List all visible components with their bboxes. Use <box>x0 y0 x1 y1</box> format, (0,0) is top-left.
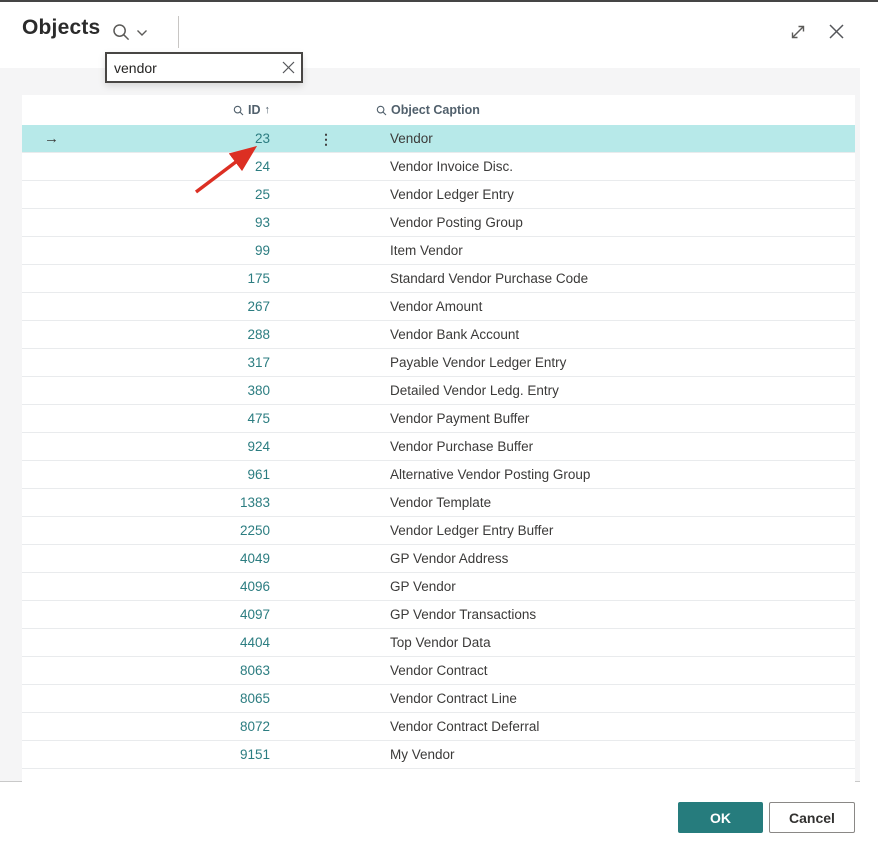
chevron-down-icon[interactable] <box>136 29 148 37</box>
row-id-link[interactable]: 99 <box>255 243 270 258</box>
row-caption: Vendor Bank Account <box>390 327 519 342</box>
row-caption: Vendor Invoice Disc. <box>390 159 513 174</box>
row-id-link[interactable]: 175 <box>247 271 270 286</box>
table-body: → 23 ⋮ Vendor 24 Vendor Invoice Disc. 2 <box>22 125 855 769</box>
column-header-id-label: ID <box>248 103 261 117</box>
row-caption: GP Vendor <box>390 579 456 594</box>
table-row[interactable]: 4096 GP Vendor <box>22 573 855 601</box>
row-id-link[interactable]: 4097 <box>240 607 270 622</box>
table-row[interactable]: 99 Item Vendor <box>22 237 855 265</box>
row-id-link[interactable]: 475 <box>247 411 270 426</box>
row-id-link[interactable]: 2250 <box>240 523 270 538</box>
row-caption: Vendor Posting Group <box>390 215 523 230</box>
table-row[interactable]: 9151 My Vendor <box>22 741 855 769</box>
row-caption: Payable Vendor Ledger Entry <box>390 355 566 370</box>
table-row[interactable]: 924 Vendor Purchase Buffer <box>22 433 855 461</box>
table-row[interactable]: 4097 GP Vendor Transactions <box>22 601 855 629</box>
expand-icon[interactable] <box>789 23 807 41</box>
row-caption: Vendor Purchase Buffer <box>390 439 533 454</box>
table-row[interactable]: 8063 Vendor Contract <box>22 657 855 685</box>
row-id-link[interactable]: 961 <box>247 467 270 482</box>
row-id-link[interactable]: 4404 <box>240 635 270 650</box>
row-caption: Vendor Ledger Entry Buffer <box>390 523 553 538</box>
row-id-link[interactable]: 9151 <box>240 747 270 762</box>
close-icon[interactable] <box>827 22 846 41</box>
table-row[interactable]: 1383 Vendor Template <box>22 489 855 517</box>
table-row[interactable]: 267 Vendor Amount <box>22 293 855 321</box>
row-id-link[interactable]: 267 <box>247 299 270 314</box>
table-row[interactable]: 175 Standard Vendor Purchase Code <box>22 265 855 293</box>
row-id-link[interactable]: 8072 <box>240 719 270 734</box>
selection-column-header <box>22 95 78 125</box>
row-caption: Vendor Ledger Entry <box>390 187 514 202</box>
row-caption: Alternative Vendor Posting Group <box>390 467 590 482</box>
row-id-link[interactable]: 23 <box>255 131 270 146</box>
ok-button[interactable]: OK <box>678 802 763 833</box>
column-header-caption-label: Object Caption <box>391 103 480 117</box>
table-row[interactable]: 2250 Vendor Ledger Entry Buffer <box>22 517 855 545</box>
column-header-id[interactable]: ID ↑ <box>78 95 272 125</box>
row-caption: Detailed Vendor Ledg. Entry <box>390 383 559 398</box>
table-row[interactable]: 4049 GP Vendor Address <box>22 545 855 573</box>
table-row[interactable]: 288 Vendor Bank Account <box>22 321 855 349</box>
column-header-caption[interactable]: Object Caption <box>368 95 855 125</box>
objects-table: ID ↑ Object Caption → 23 ⋮ Vendor 24 <box>22 95 855 782</box>
search-icon[interactable] <box>111 22 131 42</box>
table-row[interactable]: 961 Alternative Vendor Posting Group <box>22 461 855 489</box>
cancel-button[interactable]: Cancel <box>769 802 855 833</box>
row-id-link[interactable]: 380 <box>247 383 270 398</box>
menu-column-header <box>272 95 368 125</box>
row-caption: Vendor <box>390 131 433 146</box>
row-id-link[interactable]: 288 <box>247 327 270 342</box>
row-caption: Vendor Template <box>390 495 491 510</box>
row-caption: Vendor Amount <box>390 299 482 314</box>
row-id-link[interactable]: 24 <box>255 159 270 174</box>
table-row[interactable]: 25 Vendor Ledger Entry <box>22 181 855 209</box>
search-box[interactable] <box>105 52 303 83</box>
row-caption: Vendor Payment Buffer <box>390 411 529 426</box>
row-caption: Vendor Contract Deferral <box>390 719 539 734</box>
row-caption: Standard Vendor Purchase Code <box>390 271 588 286</box>
row-id-link[interactable]: 4096 <box>240 579 270 594</box>
row-id-link[interactable]: 317 <box>247 355 270 370</box>
table-row[interactable]: 8065 Vendor Contract Line <box>22 685 855 713</box>
row-caption: GP Vendor Transactions <box>390 607 536 622</box>
row-id-link[interactable]: 924 <box>247 439 270 454</box>
row-caption: GP Vendor Address <box>390 551 508 566</box>
row-caption: Vendor Contract <box>390 663 488 678</box>
clear-search-icon[interactable] <box>275 54 301 81</box>
search-input[interactable] <box>107 60 275 76</box>
row-menu-ellipsis-icon[interactable]: ⋮ <box>319 132 333 146</box>
filter-icon <box>233 105 244 116</box>
table-row[interactable]: 475 Vendor Payment Buffer <box>22 405 855 433</box>
row-caption: Item Vendor <box>390 243 463 258</box>
row-id-link[interactable]: 8063 <box>240 663 270 678</box>
table-row[interactable]: 8072 Vendor Contract Deferral <box>22 713 855 741</box>
page-title: Objects <box>22 16 100 40</box>
row-caption: My Vendor <box>390 747 455 762</box>
row-id-link[interactable]: 93 <box>255 215 270 230</box>
row-id-link[interactable]: 25 <box>255 187 270 202</box>
row-caption: Top Vendor Data <box>390 635 491 650</box>
row-caption: Vendor Contract Line <box>390 691 517 706</box>
header-divider <box>178 16 179 48</box>
selected-row-arrow-icon: → <box>44 130 59 147</box>
table-header-row: ID ↑ Object Caption <box>22 95 855 125</box>
window-top-edge <box>0 0 878 2</box>
row-id-link[interactable]: 4049 <box>240 551 270 566</box>
table-row[interactable]: 93 Vendor Posting Group <box>22 209 855 237</box>
table-row[interactable]: → 23 ⋮ Vendor <box>22 125 855 153</box>
table-row[interactable]: 24 Vendor Invoice Disc. <box>22 153 855 181</box>
row-id-link[interactable]: 1383 <box>240 495 270 510</box>
table-row[interactable]: 317 Payable Vendor Ledger Entry <box>22 349 855 377</box>
sort-ascending-icon: ↑ <box>265 105 271 116</box>
row-id-link[interactable]: 8065 <box>240 691 270 706</box>
table-row[interactable]: 380 Detailed Vendor Ledg. Entry <box>22 377 855 405</box>
table-row[interactable]: 4404 Top Vendor Data <box>22 629 855 657</box>
filter-icon <box>376 105 387 116</box>
